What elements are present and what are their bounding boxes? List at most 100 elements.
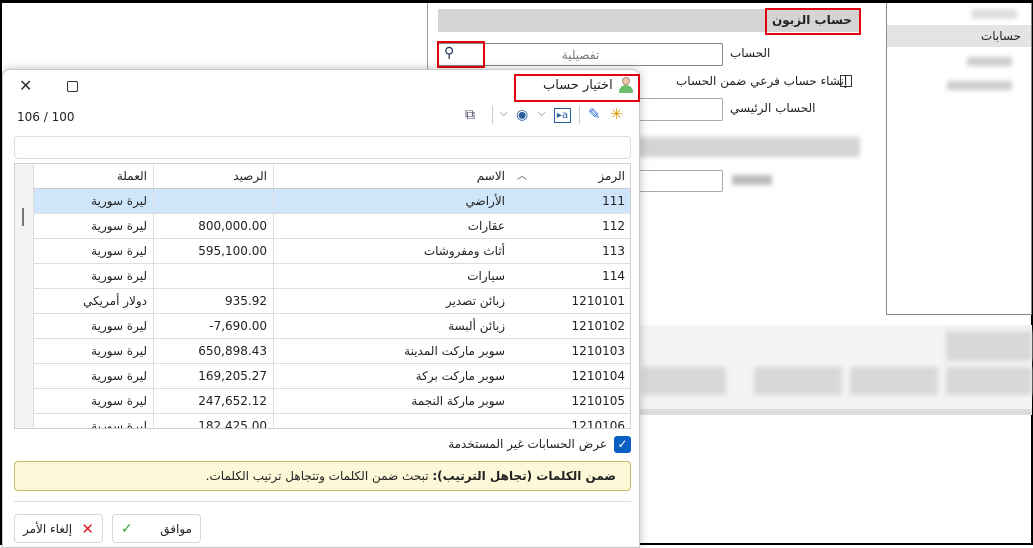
cell-name: زبائن تصدير xyxy=(273,289,511,313)
cell-name: سوبر ماركة النجمة xyxy=(273,389,511,413)
maximize-button[interactable] xyxy=(67,81,78,92)
table-row[interactable]: ليرة سورية 182,425.00 1210106 xyxy=(33,414,630,429)
cell-currency: دولار أمريكي xyxy=(33,289,153,313)
side-panel-item-label: حسابات xyxy=(980,29,1021,43)
column-header-balance[interactable]: الرصيد xyxy=(153,164,273,188)
show-unused-label: عرض الحسابات غير المستخدمة xyxy=(448,437,607,451)
cell-balance: 7,690.00- xyxy=(153,314,273,338)
sort-ascending-icon: ︿ xyxy=(517,171,527,182)
cancel-button[interactable]: ✕ إلغاء الأمر xyxy=(14,514,103,543)
cell-name: سوبر ماركت بركة xyxy=(273,364,511,388)
cell-name: سيارات xyxy=(273,264,511,288)
chevron-down-icon[interactable]: ⌵ xyxy=(500,108,508,119)
side-panel: حسابات xyxy=(886,3,1032,315)
record-count: 106 / 100 xyxy=(17,110,75,124)
select-account-dialog: ✕ اختيار حساب 106 / 100 ⧉ ⌵ ◉ ⌵ ▸a ✎ ✳ ا… xyxy=(2,69,640,548)
table-row[interactable]: ليرة سورية 800,000.00 عقارات 112 xyxy=(33,214,630,239)
cell-balance: 595,100.00 xyxy=(153,239,273,263)
column-header-currency[interactable]: العملة xyxy=(33,164,153,188)
cell-balance xyxy=(153,264,273,288)
cell-balance: 650,898.43 xyxy=(153,339,273,363)
cell-code: 112 xyxy=(602,219,625,233)
parent-account-label: الحساب الرئيسي xyxy=(730,101,816,115)
search-input[interactable] xyxy=(14,136,631,159)
parent-account-input[interactable] xyxy=(632,98,723,121)
table-row[interactable]: ليرة سورية 247,652.12 سوبر ماركة النجمة 121… xyxy=(33,389,630,414)
table-row[interactable]: ليرة سورية 169,205.27 سوبر ماركت بركة 12101… xyxy=(33,364,630,389)
cell-currency: ليرة سورية xyxy=(33,414,153,428)
hint-text: تبحث ضمن الكلمات وتتجاهل ترتيب الكلمات. xyxy=(205,469,433,483)
cell-name: سوبر ماركت المدينة xyxy=(273,339,511,363)
background-window-edge xyxy=(427,3,428,69)
ok-label: موافق xyxy=(160,521,192,536)
text-format-icon[interactable]: ▸a xyxy=(554,108,571,123)
column-header-name[interactable]: الاسم xyxy=(273,164,511,188)
highlight-box xyxy=(437,41,485,68)
divider xyxy=(14,501,631,502)
cell-code: 1210102 xyxy=(571,319,625,333)
toolbar-divider xyxy=(492,106,493,124)
scrollbar-thumb[interactable] xyxy=(22,208,24,226)
cancel-label: إلغاء الأمر xyxy=(23,521,73,536)
chevron-down-icon[interactable]: ⌵ xyxy=(538,108,546,119)
cell-balance xyxy=(153,189,273,213)
cell-name xyxy=(273,414,511,428)
table-row[interactable]: دولار أمريكي 935.92 زبائن تصدير 1210101 xyxy=(33,289,630,314)
cell-code: 1210105 xyxy=(571,394,625,408)
account-label: الحساب xyxy=(730,46,771,60)
multi-search-icon[interactable]: ⧉ xyxy=(465,107,475,123)
search-hint-box: ضمن الكلمات (تجاهل الترتيب): تبحث ضمن ال… xyxy=(14,461,631,491)
column-header-code[interactable]: الرمز ︿ xyxy=(511,164,630,188)
cell-currency: ليرة سورية xyxy=(33,314,153,338)
column-header-code-label: الرمز xyxy=(598,169,625,183)
cell-code: 1210103 xyxy=(571,344,625,358)
new-document-icon[interactable]: ✳ xyxy=(610,105,623,123)
cell-balance: 800,000.00 xyxy=(153,214,273,238)
table-row[interactable]: ليرة سورية 7,690.00- زبائن ألبسة 1210102 xyxy=(33,314,630,339)
cell-currency: ليرة سورية xyxy=(33,389,153,413)
table-row[interactable]: ليرة سورية الأراضي 111 xyxy=(33,189,630,214)
cell-code: 111 xyxy=(602,194,625,208)
cell-code: 1210101 xyxy=(571,294,625,308)
cell-name: عقارات xyxy=(273,214,511,238)
cell-balance: 169,205.27 xyxy=(153,364,273,388)
create-sub-account-label: إنشاء حساب فرعي ضمن الحساب xyxy=(676,74,848,88)
checkmark-icon: ✓ xyxy=(121,520,133,537)
ok-button[interactable]: موافق ✓ xyxy=(112,514,201,543)
blurred-input[interactable] xyxy=(632,170,723,192)
cell-name: أثاث ومفروشات xyxy=(273,239,511,263)
hint-mode: ضمن الكلمات (تجاهل الترتيب): xyxy=(432,469,616,483)
table-row[interactable]: ليرة سورية 595,100.00 أثاث ومفروشات 113 xyxy=(33,239,630,264)
side-panel-item-accounts[interactable]: حسابات xyxy=(887,25,1031,47)
cell-balance: 935.92 xyxy=(153,289,273,313)
cell-currency: ليرة سورية xyxy=(33,239,153,263)
cell-code: 113 xyxy=(602,244,625,258)
highlight-box xyxy=(514,74,640,102)
cell-name: زبائن ألبسة xyxy=(273,314,511,338)
close-button[interactable]: ✕ xyxy=(19,76,32,95)
cell-currency: ليرة سورية xyxy=(33,189,153,213)
table-row[interactable]: ليرة سورية 650,898.43 سوبر ماركت المدينة 12… xyxy=(33,339,630,364)
blurred-section-bar xyxy=(638,137,860,157)
highlight-box xyxy=(765,8,861,35)
cell-currency: ليرة سورية xyxy=(33,364,153,388)
cell-balance: 247,652.12 xyxy=(153,389,273,413)
edit-pencil-icon[interactable]: ✎ xyxy=(588,105,601,123)
background-toolbar xyxy=(640,325,1032,415)
cell-name: الأراضي xyxy=(273,189,511,213)
show-unused-checkbox[interactable]: ✓ xyxy=(614,436,631,453)
cell-code: 1210106 xyxy=(571,419,625,429)
cell-currency: ليرة سورية xyxy=(33,264,153,288)
toolbar-divider xyxy=(579,106,580,124)
accounts-grid: العملة الرصيد الاسم الرمز ︿ ليرة سورية الأ… xyxy=(14,163,631,429)
cell-currency: ليرة سورية xyxy=(33,214,153,238)
grid-header: العملة الرصيد الاسم الرمز ︿ xyxy=(33,164,630,189)
cell-code: 1210104 xyxy=(571,369,625,383)
cell-code: 114 xyxy=(602,269,625,283)
blurred-label xyxy=(732,175,772,185)
cross-icon: ✕ xyxy=(81,519,94,538)
table-row[interactable]: ليرة سورية سيارات 114 xyxy=(33,264,630,289)
cell-currency: ليرة سورية xyxy=(33,339,153,363)
filter-search-icon[interactable]: ◉ xyxy=(516,107,528,123)
cell-balance: 182,425.00 xyxy=(153,414,273,428)
